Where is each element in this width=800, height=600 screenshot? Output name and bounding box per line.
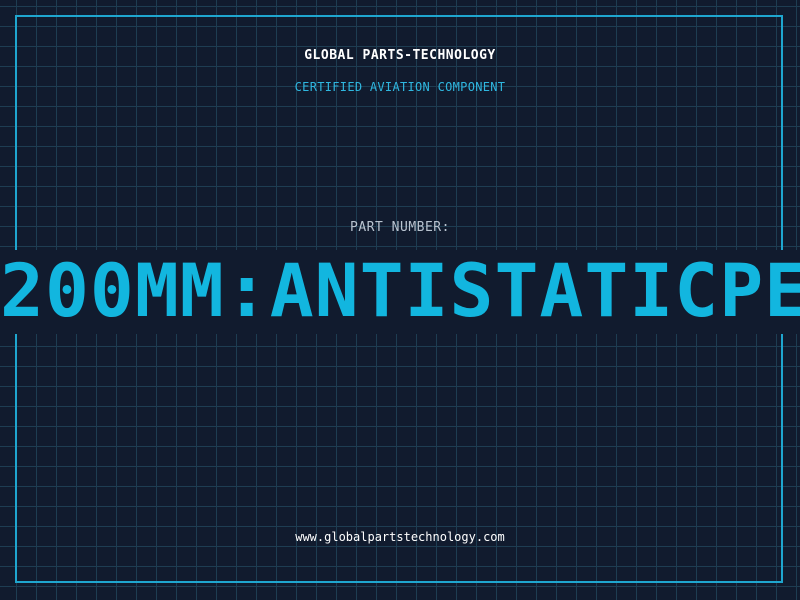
website-url: www.globalpartstechnology.com [295, 530, 505, 544]
part-number-value: 200MM:ANTISTATICPE [0, 250, 800, 334]
part-number-band: 200MM:ANTISTATICPE [0, 250, 800, 334]
brand-name: GLOBAL PARTS-TECHNOLOGY [304, 48, 496, 63]
certification-tagline: CERTIFIED AVIATION COMPONENT [294, 80, 506, 94]
part-number-label: PART NUMBER: [350, 220, 450, 235]
